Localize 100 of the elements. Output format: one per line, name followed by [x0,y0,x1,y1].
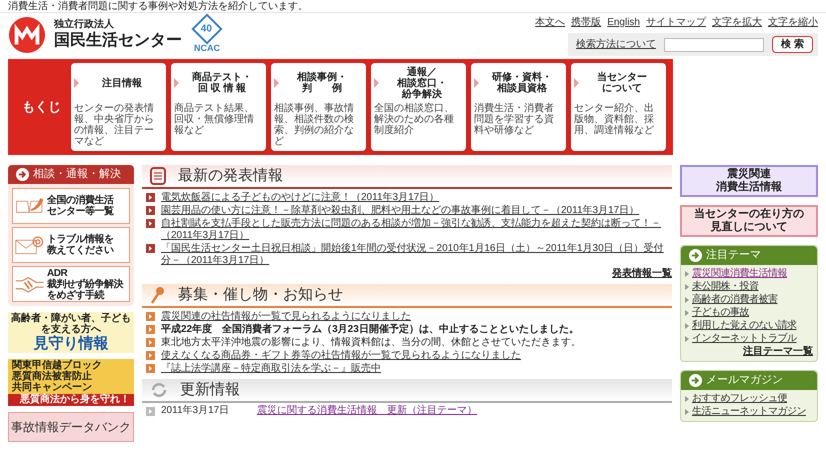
nav-card-title: 通報／ 相談窓口・ 紛争解決 [396,66,448,100]
nav-card[interactable]: 通報／ 相談窓口・ 紛争解決 全国の相談窓口、解決のための各種制度紹介 [371,63,466,151]
update-link[interactable]: 震災に関する消費生活情報 更新（注目テーマ） [257,405,477,417]
news-link[interactable]: 『誌上法学講座－特定商取引法を学ぶ－』販売中 [161,363,381,375]
arrow-circle-icon [16,168,29,181]
consult-label: トラブル情報を 教えてください [47,234,114,256]
bullet-icon [685,284,689,290]
section-title: 最新の発表情報 [178,166,283,186]
bullet-icon [685,396,689,402]
utility-link[interactable]: 文字を拡大 [712,15,762,30]
arrow-circle-icon [689,249,702,262]
nav-card[interactable]: 当センター について センター紹介、出版物、資料館、採用、調達情報など [571,63,666,151]
bullet-icon [146,364,155,373]
topic-link[interactable]: 未公開株・投資 [692,280,758,292]
watch-banner[interactable]: 高齢者・障がい者、子どもを支える方へ 見守り情報 [8,312,134,353]
news-link[interactable]: 園芸用品の使い方に注意！－除草剤や殺虫剤、肥料や用土などの事故事例に着目して－（2011年3月17日） [161,205,640,217]
utility-link[interactable]: 文字を縮小 [768,15,818,30]
utility-link[interactable]: サイトマップ [646,15,706,30]
topic-link[interactable]: 生活ニューネットマガジン [692,406,806,418]
notice-text: 平成22年度 全国消費者フォーラム（3月23日開催予定）は、中止することといたしました。 [161,324,579,336]
badge-text: NCAC [194,42,220,52]
banner-caption: 高齢者・障がい者、子どもを支える方へ [10,313,132,335]
databank-banner[interactable]: 事故情報データバンク [8,412,134,442]
news-link[interactable]: 電気炊飯器による子どものやけどに注意！（2011年3月17日） [161,192,440,204]
tagline: 消費生活・消費者問題に関する事例や対処方法を紹介しています。 [8,0,308,12]
bullet-icon [146,206,155,215]
panel-title: 注目テーマ [706,248,761,264]
consult-link[interactable]: 全国の消費生活 センター等一覧 [12,188,130,224]
banner-footer: 悪質商法から身を守れ！ [8,394,134,406]
panel-title: 相談・通報・解決 [33,166,121,182]
nav-card-description: 消費生活・消費者問題を学習する資料や研修など [474,103,555,136]
consult-label: ADR 裁判せず紛争解決 をめざす手続 [47,268,123,300]
consult-link[interactable]: ADR 裁判せず紛争解決 をめざす手続 [12,266,130,302]
bullet-icon [685,408,689,414]
campaign-banner[interactable]: 関東甲信越ブロック 悪質商法被害防止 共同キャンペーン 悪質商法から身を守れ！ [8,359,134,406]
org-type: 独立行政法人 [54,19,115,31]
nav-card-description: 商品テスト結果、回収・無償修理情報など [174,103,255,136]
search-help-link[interactable]: 検索方法について [576,37,656,52]
news-link[interactable]: 震災関連の社告情報が一覧で見られるようになりました [161,311,411,323]
nav-card-description: 相談事例、事故情報、相談件数の検索、判例の紹介など [274,103,355,147]
chevron-icon [74,78,79,88]
utility-link[interactable]: 携帯版 [571,15,602,30]
topic-link[interactable]: おすすめフレッシュ便 [692,392,787,404]
search-field[interactable] [664,38,764,52]
banner-title: 見守り情報 [34,335,108,352]
bullet-icon [685,336,689,342]
chevron-icon [474,78,479,88]
chevron-icon [274,78,279,88]
panel-title: メールマガジン [706,373,783,388]
bullet-icon [146,325,155,334]
bullet-icon [685,296,689,302]
feature-button[interactable]: 当センターの在り方の 見直しについて [680,205,818,237]
mail-icon [15,234,45,256]
org-name: 国民生活センター [54,31,182,51]
nav-card[interactable]: 商品テスト・ 回 収 情 報 商品テスト結果、回収・無償修理情報など [171,63,266,151]
bullet-icon [685,310,689,316]
more-link[interactable]: 発表情報一覧 [612,267,672,280]
topic-link[interactable]: 震災関連消費生活情報 [692,268,787,280]
bullet-icon [685,270,689,276]
nav-card-description: センターの発表情報、中央省庁からの情報、注目テーマなど [74,103,155,147]
chevron-icon [574,78,579,88]
topic-link[interactable]: 高齢者の消費者被害 [692,294,778,306]
nav-card[interactable]: 相談事例・ 判 例 相談事例、事故情報、相談件数の検索、判例の紹介など [271,63,366,151]
utility-link[interactable]: 本文へ [535,15,566,30]
update-date: 2011年3月17日 [161,405,230,417]
notice-text: 東北地方太平洋沖地震の影響により、情報資料館は、当分の間、休館とさせていただきます。 [161,337,581,349]
arrow-circle-icon [689,374,702,387]
bullet-icon [146,219,155,228]
topic-link[interactable]: 利用した覚えのない請求 [692,320,796,332]
chevron-icon [174,78,179,88]
topic-link[interactable]: インターネットトラブル [692,332,796,344]
topic-link[interactable]: 子どもの事故 [692,306,749,318]
consult-link[interactable]: トラブル情報を 教えてください [12,227,130,263]
nav-card-title: 当センター について [596,72,648,94]
news-link[interactable]: 「国民生活センター土日祝日相談」開始後1年間の受付状況－2010年1月16日（土）～2011年1月30日（日）受付分－（2011年3月17日） [161,243,668,267]
bullet-icon [146,193,155,202]
nav-card-title: 相談事例・ 判 例 [296,72,348,94]
search-button[interactable]: 検 索 [772,36,813,53]
nav-card[interactable]: 注目情報 センターの発表情報、中央省庁からの情報、注目テーマなど [71,63,166,151]
feature-button[interactable]: 震災関連 消費生活情報 [680,165,818,197]
section-title: 更新情報 [180,380,240,400]
utility-link[interactable]: English [607,15,640,30]
more-link[interactable]: 注目テーマ一覧 [743,345,813,358]
news-link[interactable]: 自社割賦を支払手段とした販売方法に問題のある相談が増加－強引な勧誘、支払能力を超えた契約は断って！－（2011年3月17日） [161,218,668,242]
bullet-icon [146,244,155,253]
nav-card-title: 商品テスト・ 回 収 情 報 [191,72,253,94]
section-title: 募集・催し物・お知らせ [178,284,343,305]
chevron-icon [374,78,379,88]
nav-label: もくじ [22,98,62,116]
logo-icon[interactable] [8,16,46,54]
nav-card[interactable]: 研修・資料・ 相談員資格 消費生活・消費者問題を学習する資料や研修など [471,63,566,151]
anniversary-badge: 40 [191,12,223,44]
bullet-icon [685,322,689,328]
consult-label: 全国の消費生活 センター等一覧 [47,195,114,217]
nav-card-title: 注目情報 [101,78,143,88]
bullet-icon [146,312,155,321]
news-link[interactable]: 使えなくなる商品券・ギフト券等の社告情報が一覧で見られるようになりました [161,350,521,362]
nav-card-description: 全国の相談窓口、解決のための各種制度紹介 [374,103,455,136]
bullet-icon [146,338,155,347]
banner-caption: 関東甲信越ブロック 悪質商法被害防止 共同キャンペーン [10,359,103,393]
